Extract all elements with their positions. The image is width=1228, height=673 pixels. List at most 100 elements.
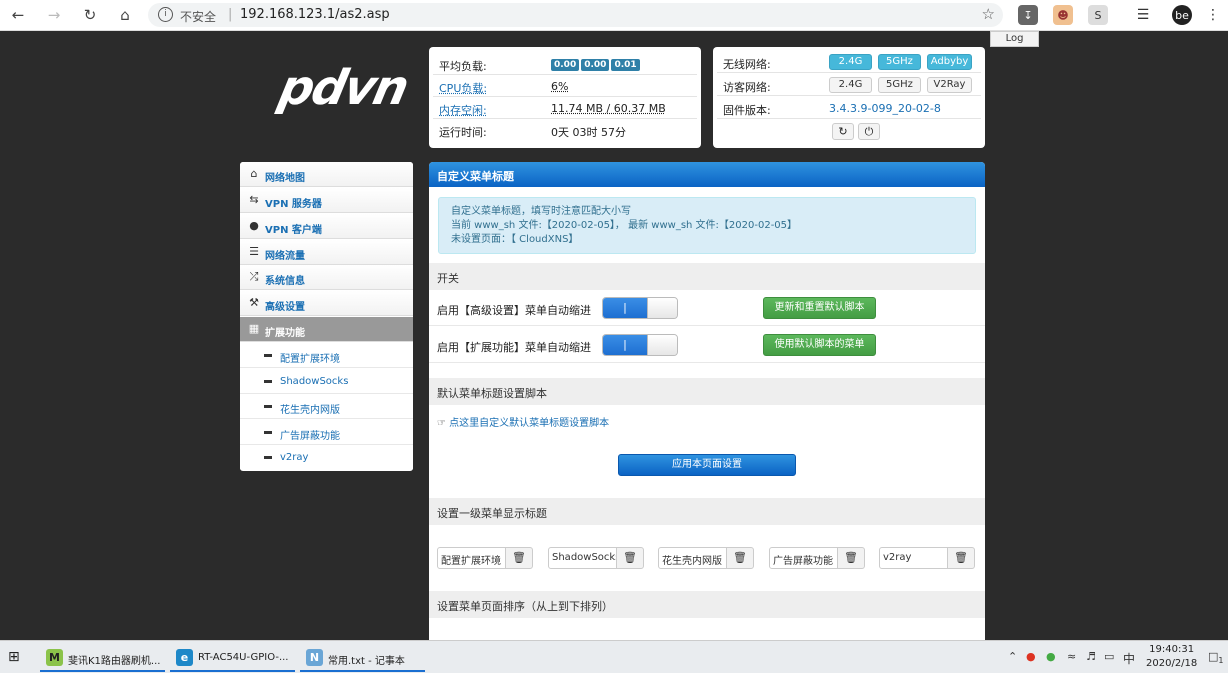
apply-button[interactable]: 应用本页面设置 xyxy=(618,454,796,476)
monkey-extension-icon[interactable]: ☻ xyxy=(1053,5,1073,25)
taskbar-app-label: RT-AC54U-GPIO-... xyxy=(198,652,289,663)
menu-title-input[interactable]: 配置扩展环境 xyxy=(437,547,506,569)
info-icon[interactable]: i xyxy=(158,7,173,22)
clock-date: 2020/2/18 xyxy=(1146,658,1198,669)
page-title: 自定义菜单标题 xyxy=(429,162,985,187)
profile-avatar[interactable]: be xyxy=(1172,5,1192,25)
insecure-label: 不安全 xyxy=(180,10,217,24)
sidebar-item-label: 网络流量 xyxy=(265,251,305,262)
volume-icon[interactable]: ♬ xyxy=(1086,650,1096,663)
load-badge: 0.00 xyxy=(581,59,610,71)
info-line: 自定义菜单标题，填写时注意匹配大小写 xyxy=(451,206,631,217)
random-icon: ⤮ xyxy=(249,270,259,283)
sidebar-item-extensions[interactable]: ▦ 扩展功能 xyxy=(240,317,413,342)
guest-5ghz-button[interactable]: 5GHz xyxy=(878,77,921,93)
grid-icon: ▦ xyxy=(248,322,260,335)
order-section-header: 设置菜单页面排序（从上到下排列） xyxy=(429,591,985,618)
back-icon[interactable]: ← xyxy=(6,4,30,26)
extensions-indent-toggle[interactable]: | xyxy=(602,334,678,356)
trash-icon[interactable]: 🗑 xyxy=(505,547,533,569)
sidebar-item-network-map[interactable]: ⌂ 网络地图 xyxy=(240,162,413,187)
app-m-icon: M xyxy=(46,649,63,666)
sidebar-item-vpn-server[interactable]: ⇆ VPN 服务器 xyxy=(240,188,413,213)
switch-section-header: 开关 xyxy=(429,263,985,290)
network-panel: 无线网络: 2.4G 5GHz Adbyby 访客网络: 2.4G 5GHz V… xyxy=(713,47,985,148)
sidebar-subitem-label: 花生壳内网版 xyxy=(280,405,340,416)
ime-indicator[interactable]: 中 xyxy=(1123,650,1135,667)
forward-icon[interactable]: → xyxy=(42,4,66,26)
sidebar-subitem-adblock[interactable]: 广告屏蔽功能 xyxy=(240,420,413,445)
menu-title-input[interactable]: v2ray xyxy=(879,547,948,569)
sidebar-subitem-oray[interactable]: 花生壳内网版 xyxy=(240,394,413,419)
wireless-5ghz-button[interactable]: 5GHz xyxy=(878,54,921,70)
power-icon[interactable]: ⏻ xyxy=(858,123,880,140)
update-reset-script-button[interactable]: 更新和重置默认脚本 xyxy=(763,297,876,319)
sidebar-subitem-label: 配置扩展环境 xyxy=(280,354,340,365)
guest-24g-button[interactable]: 2.4G xyxy=(829,77,872,93)
battery-icon[interactable]: ▭ xyxy=(1104,650,1114,663)
custom-script-link-text: 点这里自定义默认菜单标题设置脚本 xyxy=(449,418,610,429)
download-extension-icon[interactable]: ↧ xyxy=(1018,5,1038,25)
taskbar-app-k1[interactable]: M 斐讯K1路由器刷机... xyxy=(40,643,165,672)
reading-list-icon[interactable]: ☰ xyxy=(1133,5,1153,25)
notification-icon[interactable]: □1 xyxy=(1208,650,1224,665)
qq-icon[interactable]: ● xyxy=(1026,650,1036,663)
use-default-menu-button[interactable]: 使用默认脚本的菜单 xyxy=(763,334,876,356)
clock[interactable]: 19:40:31 2020/2/18 xyxy=(1146,643,1197,671)
reload-icon[interactable]: ↻ xyxy=(78,4,102,26)
dash-icon xyxy=(264,405,272,408)
sidebar-subitem-config[interactable]: 配置扩展环境 xyxy=(240,343,413,368)
sidebar-item-system-info[interactable]: ⤮ 系统信息 xyxy=(240,265,413,290)
sidebar-subitem-shadowsocks[interactable]: ShadowSocks xyxy=(240,369,413,394)
s-extension-icon[interactable]: S xyxy=(1088,5,1108,25)
globe-icon: ● xyxy=(249,219,259,232)
trash-icon[interactable]: 🗑 xyxy=(837,547,865,569)
menu-title-field: 花生壳内网版 🗑 xyxy=(658,547,754,569)
sidebar-subitem-v2ray[interactable]: v2ray xyxy=(240,445,413,470)
sidebar-item-advanced[interactable]: ⚒ 高级设置 xyxy=(240,291,413,316)
memory-label[interactable]: 内存空闲: xyxy=(439,102,487,118)
sidebar-item-label: 网络地图 xyxy=(265,173,305,184)
firmware-value[interactable]: 3.4.3.9-099_20-02-8 xyxy=(829,102,941,115)
trash-icon[interactable]: 🗑 xyxy=(616,547,644,569)
sidebar-item-label: VPN 服务器 xyxy=(265,199,322,210)
adbyby-button[interactable]: Adbyby xyxy=(927,54,972,70)
taskbar-app-edge[interactable]: e RT-AC54U-GPIO-... xyxy=(170,643,295,672)
menu-title-input[interactable]: 花生壳内网版 xyxy=(658,547,727,569)
sidebar-item-label: 系统信息 xyxy=(265,276,305,287)
menu-title-field: 广告屏蔽功能 🗑 xyxy=(769,547,865,569)
hand-pointer-icon: ☞ xyxy=(437,418,446,429)
wireless-24g-button[interactable]: 2.4G xyxy=(829,54,872,70)
taskbar-app-notepad[interactable]: N 常用.txt - 记事本 xyxy=(300,643,425,672)
advanced-indent-toggle[interactable]: | xyxy=(602,297,678,319)
wireless-label: 无线网络: xyxy=(723,58,771,71)
toggle-on-indicator: | xyxy=(603,335,647,355)
taskbar-app-label: 斐讯K1路由器刷机... xyxy=(68,656,161,667)
wrench-icon: ⚒ xyxy=(249,296,259,309)
sidebar-item-traffic[interactable]: ☰ 网络流量 xyxy=(240,240,413,265)
load-badge: 0.00 xyxy=(551,59,580,71)
trash-icon[interactable]: 🗑 xyxy=(726,547,754,569)
cpu-label[interactable]: CPU负载: xyxy=(439,80,487,96)
sidebar-item-vpn-client[interactable]: ● VPN 客户端 xyxy=(240,214,413,239)
windows-start-icon[interactable]: ⊞ xyxy=(8,649,20,665)
dash-icon xyxy=(264,456,272,459)
info-line: 未设置页面：【 CloudXNS】 xyxy=(451,234,579,245)
url-text[interactable]: 192.168.123.1/as2.asp xyxy=(240,7,390,22)
wifi-icon[interactable]: ≈ xyxy=(1067,650,1076,663)
custom-script-link[interactable]: ☞ 点这里自定义默认菜单标题设置脚本 xyxy=(437,414,609,429)
menu-title-input[interactable]: 广告屏蔽功能 xyxy=(769,547,838,569)
trash-icon[interactable]: 🗑 xyxy=(947,547,975,569)
home-icon[interactable]: ⌂ xyxy=(113,4,137,26)
info-line: 当前 www_sh 文件:【2020-02-05】， 最新 www_sh 文件:… xyxy=(451,220,798,231)
v2ray-button[interactable]: V2Ray xyxy=(927,77,972,93)
refresh-icon[interactable]: ↻ xyxy=(832,123,854,140)
retweet-icon: ⇆ xyxy=(249,193,259,206)
menu-title-input[interactable]: ShadowSocks xyxy=(548,547,617,569)
address-bar[interactable]: i 不安全 | 192.168.123.1/as2.asp ☆ xyxy=(148,3,1003,27)
bookmark-star-icon[interactable]: ☆ xyxy=(982,5,995,23)
more-menu-icon[interactable]: ⋮ xyxy=(1203,5,1223,25)
chevron-up-icon[interactable]: ⌃ xyxy=(1008,650,1017,663)
edge-icon: e xyxy=(176,649,193,666)
wechat-icon[interactable]: ● xyxy=(1046,650,1056,663)
